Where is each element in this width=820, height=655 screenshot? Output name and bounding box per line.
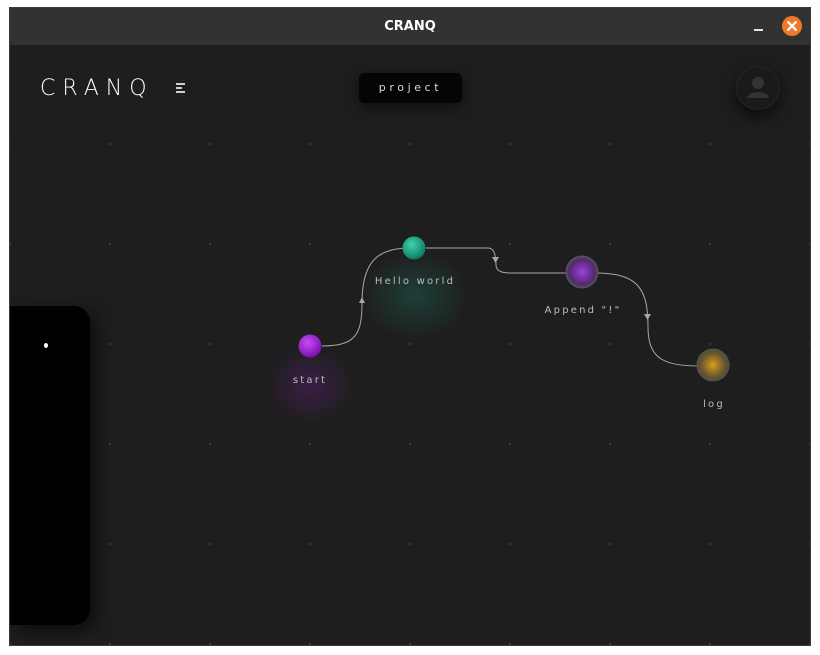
node-label-start: start [292,375,328,386]
node-log[interactable] [696,348,730,382]
window-title: CRANQ [384,19,436,34]
side-panel [10,306,90,625]
node-start[interactable] [298,334,322,358]
graph-canvas[interactable]: CRANQ project start Hello world Append "… [10,45,810,645]
connection-append-log [595,272,704,367]
minimize-button[interactable] [747,18,769,36]
node-hello-world[interactable] [402,236,426,260]
close-button[interactable] [782,16,802,36]
node-glow [360,250,470,340]
node-label-hello-world: Hello world [374,276,456,287]
close-icon [787,21,797,31]
node-label-append: Append "!" [544,305,622,316]
graph-connections [265,236,730,425]
app-window: CRANQ CRANQ project start Hello world Ap… [9,7,811,646]
title-bar[interactable]: CRANQ [10,8,810,46]
node-label-log: log [703,399,725,410]
side-panel-handle[interactable] [44,343,48,348]
arrow-down-icon [492,257,499,263]
node-append[interactable] [565,255,599,289]
